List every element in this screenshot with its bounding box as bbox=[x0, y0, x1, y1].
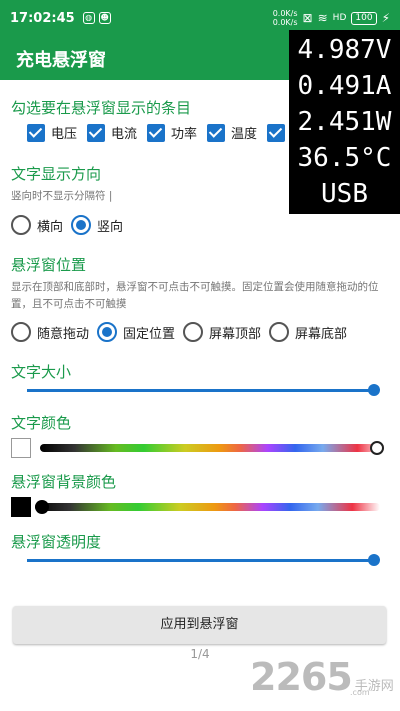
overlay-power: 2.451W bbox=[297, 107, 392, 137]
battery-icon: 100 bbox=[351, 11, 377, 25]
net-speed: 0.0K/s 0.0K/s bbox=[273, 9, 298, 27]
checkbox-label: 温度 bbox=[231, 127, 258, 142]
watermark-sub: .com bbox=[350, 688, 370, 697]
radio-selected-icon bbox=[71, 215, 92, 235]
position-radio-group: 随意拖动 固定位置 屏幕顶部 屏幕底部 bbox=[11, 322, 355, 342]
checkbox-checked-icon bbox=[267, 123, 286, 142]
charging-icon: ⚡ bbox=[381, 11, 390, 25]
net-up: 0.0K/s bbox=[272, 9, 298, 18]
radio-horizontal[interactable]: 横向 bbox=[11, 215, 63, 235]
radio-selected-icon bbox=[97, 322, 118, 342]
text-size-slider[interactable] bbox=[27, 380, 380, 400]
net-down: 0.0K/s bbox=[272, 18, 298, 27]
checkbox-checked-icon bbox=[27, 123, 45, 142]
bg-color-slider[interactable] bbox=[35, 497, 380, 517]
hd-icon: HD bbox=[332, 13, 347, 23]
text-color-swatch bbox=[11, 438, 31, 458]
app-title: 充电悬浮窗 bbox=[16, 50, 106, 71]
radio-unselected-icon bbox=[11, 322, 31, 342]
bg-color-title: 悬浮窗背景颜色 bbox=[11, 473, 117, 491]
radio-top[interactable]: 屏幕顶部 bbox=[183, 322, 261, 342]
qq-icon: ☻ bbox=[98, 12, 111, 24]
floating-overlay[interactable]: 4.987V 0.491A 2.451W 36.5°C USB bbox=[289, 30, 400, 214]
items-section-title: 勾选要在悬浮窗显示的条目 bbox=[11, 99, 192, 117]
checkbox-label: 功率 bbox=[171, 127, 198, 142]
radio-label: 固定位置 bbox=[123, 326, 176, 342]
direction-hint: 竖向时不显示分隔符 | bbox=[11, 190, 113, 202]
radio-vertical[interactable]: 竖向 bbox=[71, 215, 123, 235]
bg-color-swatch bbox=[11, 497, 31, 517]
direction-section-title: 文字显示方向 bbox=[11, 165, 102, 183]
wechat-icon: ◍ bbox=[82, 12, 95, 24]
direction-radio-group: 横向 竖向 bbox=[11, 215, 131, 235]
status-time: 17:02:45 bbox=[10, 10, 75, 26]
slider-track bbox=[27, 389, 379, 392]
slider-thumb[interactable] bbox=[35, 500, 49, 514]
checkbox-source[interactable] bbox=[267, 123, 291, 142]
status-right: 0.0K/s 0.0K/s ⊠ ≋ HD 100 ⚡ bbox=[273, 9, 390, 27]
slider-thumb[interactable] bbox=[368, 384, 380, 396]
radio-label: 屏幕底部 bbox=[295, 326, 348, 342]
checkbox-label: 电流 bbox=[111, 127, 138, 142]
overlay-current: 0.491A bbox=[297, 71, 392, 101]
radio-label: 横向 bbox=[37, 219, 64, 235]
checkbox-power[interactable]: 功率 bbox=[147, 123, 197, 142]
position-section-title: 悬浮窗位置 bbox=[11, 256, 87, 274]
text-size-title: 文字大小 bbox=[11, 363, 72, 381]
checkbox-voltage[interactable]: 电压 bbox=[27, 123, 77, 142]
items-checkbox-row: 电压 电流 功率 温度 bbox=[27, 123, 301, 142]
opacity-title: 悬浮窗透明度 bbox=[11, 533, 102, 551]
radio-unselected-icon bbox=[269, 322, 290, 342]
radio-free-drag[interactable]: 随意拖动 bbox=[11, 322, 89, 342]
checkbox-checked-icon bbox=[207, 123, 226, 142]
checkbox-temperature[interactable]: 温度 bbox=[207, 123, 257, 142]
radio-unselected-icon bbox=[11, 215, 31, 235]
radio-fixed[interactable]: 固定位置 bbox=[97, 322, 175, 342]
checkbox-checked-icon bbox=[147, 123, 166, 142]
position-hint: 显示在顶部和底部时，悬浮窗不可点击不可触摸。固定位置会使用随意拖动的位置，且不可… bbox=[11, 281, 379, 310]
color-gradient-track bbox=[35, 503, 380, 511]
checkbox-current[interactable]: 电流 bbox=[87, 123, 137, 142]
slider-track bbox=[27, 559, 379, 562]
overlay-source: USB bbox=[321, 179, 368, 209]
checkbox-label: 电压 bbox=[51, 127, 78, 142]
overlay-temperature: 36.5°C bbox=[297, 143, 392, 173]
text-color-slider[interactable] bbox=[40, 438, 385, 458]
color-gradient-track bbox=[40, 444, 385, 452]
slider-thumb[interactable] bbox=[370, 441, 384, 455]
overlay-voltage: 4.987V bbox=[297, 35, 392, 65]
radio-label: 屏幕顶部 bbox=[209, 326, 262, 342]
watermark-number: 2265 bbox=[250, 655, 353, 699]
opacity-slider[interactable] bbox=[27, 550, 380, 570]
signal-x-icon: ⊠ bbox=[302, 11, 313, 25]
notification-icons: ◍ ☻ bbox=[82, 12, 111, 24]
radio-unselected-icon bbox=[183, 322, 204, 342]
radio-bottom[interactable]: 屏幕底部 bbox=[269, 322, 347, 342]
text-color-title: 文字颜色 bbox=[11, 414, 72, 432]
wifi-icon: ≋ bbox=[317, 11, 328, 25]
checkbox-checked-icon bbox=[87, 123, 106, 142]
slider-thumb[interactable] bbox=[368, 554, 380, 566]
apply-button[interactable]: 应用到悬浮窗 bbox=[13, 606, 386, 644]
radio-label: 竖向 bbox=[97, 219, 124, 235]
watermark-logo: 2265 手游网 bbox=[250, 655, 394, 699]
radio-label: 随意拖动 bbox=[37, 326, 90, 342]
